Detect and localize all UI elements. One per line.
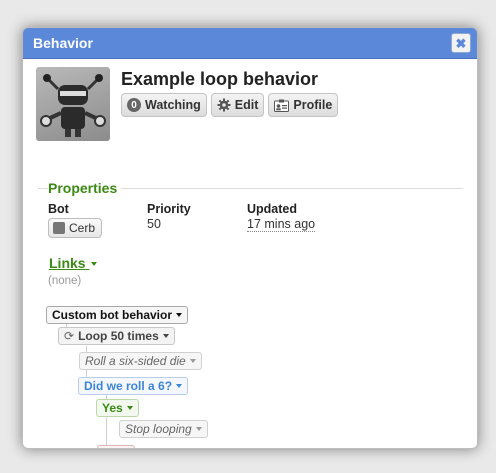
tree-node-decision-label: Did we roll a 6? <box>84 379 173 393</box>
chevron-down-icon <box>176 313 183 317</box>
links-toggle[interactable]: Links <box>49 255 98 271</box>
tree-node-no-label: No <box>103 447 119 448</box>
tree-node-yes-label: Yes <box>102 401 123 415</box>
bot-chip-label: Cerb <box>69 221 96 235</box>
tree-node-outcome-yes[interactable]: Yes <box>96 399 139 417</box>
profile-card-icon <box>274 99 290 112</box>
tree-node-action-stop[interactable]: Stop looping <box>119 420 208 438</box>
behavior-actions: 0 Watching Edit Profile <box>121 93 339 117</box>
property-updated-value: 17 mins ago <box>247 217 316 232</box>
bot-chip[interactable]: Cerb <box>48 218 103 238</box>
tree-node-stop-label: Stop looping <box>125 422 192 436</box>
tree-node-roll-label: Roll a six-sided die <box>85 354 186 368</box>
properties-heading: Properties <box>48 180 122 196</box>
tree-node-loop[interactable]: ⟳ Loop 50 times <box>58 327 175 345</box>
edit-button[interactable]: Edit <box>210 93 265 117</box>
property-bot-label: Bot <box>48 202 69 216</box>
edit-label: Edit <box>234 98 259 112</box>
behavior-dialog: Behavior ✖ Example loop behavior 0 Watch… <box>22 27 478 449</box>
chevron-down-icon <box>195 427 202 431</box>
dialog-titlebar[interactable]: Behavior ✖ <box>23 28 477 59</box>
chevron-down-icon <box>91 262 98 267</box>
tree-node-decision[interactable]: Did we roll a 6? <box>78 377 189 395</box>
property-bot: Bot Cerb <box>48 202 103 238</box>
chevron-down-icon <box>162 334 169 338</box>
property-priority-value: 50 <box>147 217 161 231</box>
robot-icon <box>40 74 106 137</box>
behavior-name: Example loop behavior <box>121 69 319 89</box>
profile-button[interactable]: Profile <box>268 93 339 117</box>
property-priority: Priority 50 <box>147 202 191 231</box>
tree-connector <box>106 389 107 448</box>
tree-node-root-label: Custom bot behavior <box>52 308 173 322</box>
dialog-title: Behavior <box>33 35 93 51</box>
links-empty: (none) <box>48 275 82 287</box>
close-icon[interactable]: ✖ <box>451 33 471 53</box>
bot-avatar <box>36 67 110 141</box>
chevron-down-icon <box>176 384 183 388</box>
profile-label: Profile <box>293 98 333 112</box>
tree-node-action-roll[interactable]: Roll a six-sided die <box>79 352 202 370</box>
tree-node-loop-label: Loop 50 times <box>78 329 159 343</box>
chevron-down-icon <box>126 406 133 410</box>
bot-mini-avatar <box>53 222 65 234</box>
gear-icon <box>217 98 231 112</box>
loop-icon: ⟳ <box>64 329 75 343</box>
links-heading-label: Links <box>49 255 86 271</box>
watching-label: Watching <box>145 98 201 112</box>
watchers-count-badge: 0 <box>127 98 141 112</box>
property-updated: Updated 17 mins ago <box>247 202 316 232</box>
tree-node-outcome-no[interactable]: No <box>97 445 135 448</box>
tree-node-root[interactable]: Custom bot behavior <box>46 306 189 324</box>
watching-button[interactable]: 0 Watching <box>121 93 207 117</box>
property-updated-label: Updated <box>247 202 297 216</box>
chevron-down-icon <box>189 359 196 363</box>
property-priority-label: Priority <box>147 202 191 216</box>
